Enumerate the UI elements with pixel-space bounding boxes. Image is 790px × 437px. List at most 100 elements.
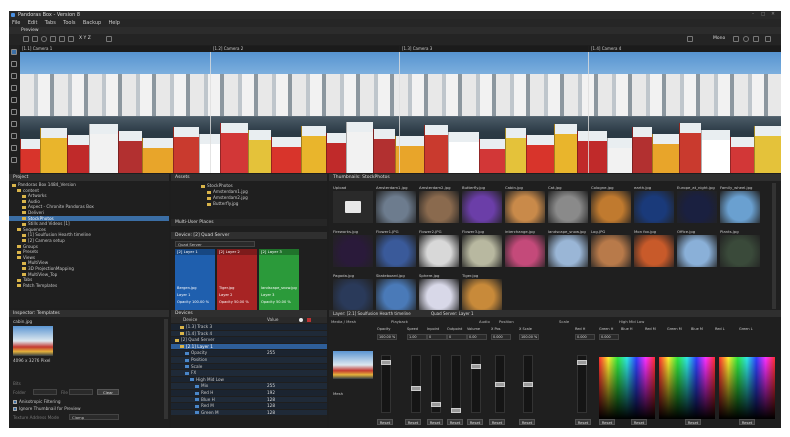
layer-card[interactable]: [2] Layer 1 Bergen.jpg Layer 1 Opacity 100.…	[175, 249, 215, 311]
tab-preview[interactable]: Preview	[21, 28, 39, 33]
thumbnail[interactable]: Fireworks.jpg	[333, 229, 373, 269]
color-picker[interactable]	[599, 357, 655, 419]
reset-button[interactable]: Reset	[599, 419, 615, 425]
thumbnail[interactable]: earth.jpg	[634, 185, 674, 225]
device-dropdown[interactable]: Quad Server	[175, 241, 255, 247]
view-mode-select[interactable]: Mono	[713, 36, 725, 41]
reset-button[interactable]: Reset	[631, 419, 647, 425]
link-tool-icon[interactable]	[68, 36, 74, 42]
table-row[interactable]: FX	[171, 370, 327, 376]
thumbnail[interactable]: Flower1.JPG	[376, 229, 416, 269]
layer-card[interactable]: [2] Layer 2 Tiger.jpg Layer 2 Opacity 50.00…	[217, 249, 257, 311]
thumbnail[interactable]: Amsterdam2.jpg	[419, 185, 459, 225]
mesh-icon[interactable]	[11, 109, 17, 115]
table-row[interactable]: Mix 255	[171, 383, 327, 389]
fader-knob[interactable]	[495, 382, 505, 387]
fader-track[interactable]	[431, 355, 441, 413]
reset-button[interactable]: Reset	[447, 419, 463, 425]
fader-track[interactable]	[577, 355, 587, 413]
mask-icon[interactable]	[11, 97, 17, 103]
scale-tool-icon[interactable]	[50, 36, 56, 42]
menu-tools[interactable]: Tools	[63, 19, 75, 27]
assets-list[interactable]: StockPhotos Amsterdam1.jpg Amsterdam2.jpg B…	[171, 181, 327, 219]
brush-icon[interactable]	[11, 85, 17, 91]
fader-knob[interactable]	[523, 382, 533, 387]
reset-button[interactable]: Reset	[489, 419, 505, 425]
move-tool-icon[interactable]	[32, 36, 38, 42]
layers-icon[interactable]	[11, 73, 17, 79]
thumbnail[interactable]: Plants.jpg	[720, 229, 760, 269]
reset-button[interactable]: Reset	[519, 419, 535, 425]
fader-track[interactable]	[451, 355, 461, 413]
camera-icon[interactable]	[106, 36, 112, 42]
video-icon[interactable]	[687, 36, 693, 42]
lock-column-icon[interactable]	[307, 318, 311, 322]
fullscreen-icon[interactable]	[765, 36, 771, 42]
thumbnails-scrollbar[interactable]	[772, 183, 776, 309]
reset-button[interactable]: Reset	[427, 419, 443, 425]
visibility-icon[interactable]	[299, 318, 303, 322]
maximize-icon[interactable]: □	[759, 12, 767, 18]
zoom-icon[interactable]	[743, 36, 749, 42]
layer-value-field[interactable]: 1.00	[407, 334, 427, 340]
xyz-axis-label[interactable]: X Y Z	[79, 36, 91, 41]
copy-tool-icon[interactable]	[59, 36, 65, 42]
thumbnail[interactable]: Cat.jpg	[548, 185, 588, 225]
gear-icon[interactable]	[11, 157, 17, 163]
settings-icon[interactable]	[733, 36, 739, 42]
layer-value-field[interactable]: 100.00 %	[519, 334, 539, 340]
thumbnail[interactable]: landscape_snow.jpg	[548, 229, 588, 269]
project-tree-item[interactable]: Patch Templates	[9, 283, 169, 289]
fader-track[interactable]	[381, 355, 391, 413]
reset-button[interactable]: Reset	[739, 419, 755, 425]
fader-knob[interactable]	[431, 402, 441, 407]
layer-card[interactable]: [2] Layer 3 landscape_snow.jpg Layer 3 Opac…	[259, 249, 299, 311]
menu-backup[interactable]: Backup	[83, 19, 101, 27]
minimize-icon[interactable]: –	[749, 12, 757, 18]
fader-knob[interactable]	[451, 408, 461, 413]
layer-value-field[interactable]: 0	[427, 334, 447, 340]
thumbnail[interactable]: Europe_at_night.jpg	[677, 185, 717, 225]
thumbnail[interactable]: Upload	[333, 185, 373, 225]
reset-button[interactable]: Reset	[685, 419, 701, 425]
reset-button[interactable]: Reset	[377, 419, 393, 425]
rotate-tool-icon[interactable]	[41, 36, 47, 42]
light-icon[interactable]	[11, 121, 17, 127]
ignore-thumbnail-checkbox[interactable]	[13, 407, 17, 411]
multi-user-places[interactable]: Multi-User Places	[171, 219, 327, 226]
thumbnail[interactable]: Family_wheel.jpg	[720, 185, 760, 225]
menu-file[interactable]: File	[12, 19, 20, 27]
fader-track[interactable]	[523, 355, 533, 413]
table-row[interactable]: Scale	[171, 363, 327, 370]
inspector-scrollbar[interactable]	[164, 319, 168, 419]
fader-knob[interactable]	[411, 386, 421, 391]
table-row[interactable]: [1.3] Track 3	[171, 324, 327, 330]
color-picker[interactable]	[659, 357, 715, 419]
close-icon[interactable]: ✕	[769, 12, 777, 18]
color-picker[interactable]	[719, 357, 775, 419]
thumbnail[interactable]: Amsterdam1.jpg	[376, 185, 416, 225]
thumbnail[interactable]: Sphere.jpg	[419, 273, 459, 313]
layer-value-field[interactable]: 100.00 %	[377, 334, 397, 340]
fader-track[interactable]	[495, 355, 505, 413]
layer-value-field[interactable]: 0.000	[599, 334, 619, 340]
table-row[interactable]: Blue H 128	[171, 396, 327, 403]
address-mode-select[interactable]: Clamp	[69, 414, 119, 420]
preview-canvas[interactable]	[20, 52, 781, 173]
table-row[interactable]: [1.4] Track 4	[171, 330, 327, 337]
thumbnail[interactable]: Skateboard.jpg	[376, 273, 416, 313]
layer-value-field[interactable]: 0.000	[491, 334, 511, 340]
thumbnail[interactable]: Office.jpg	[677, 229, 717, 269]
table-row[interactable]: Red H 192	[171, 390, 327, 396]
thumbnail[interactable]: interchange.jpg	[505, 229, 545, 269]
menu-tabs[interactable]: Tabs	[45, 19, 56, 27]
asset-item[interactable]: Butterfly.jpg	[201, 201, 327, 207]
thumbnail[interactable]: Butterfly.jpg	[462, 185, 502, 225]
menu-help[interactable]: Help	[109, 19, 120, 27]
eye-icon[interactable]	[11, 133, 17, 139]
layer-value-field[interactable]: 0.00	[467, 334, 487, 340]
fader-track[interactable]	[471, 355, 481, 413]
grid-icon[interactable]	[753, 36, 759, 42]
thumbnail[interactable]: Tiger.jpg	[462, 273, 502, 313]
layer-value-field[interactable]: 0.000	[575, 334, 595, 340]
